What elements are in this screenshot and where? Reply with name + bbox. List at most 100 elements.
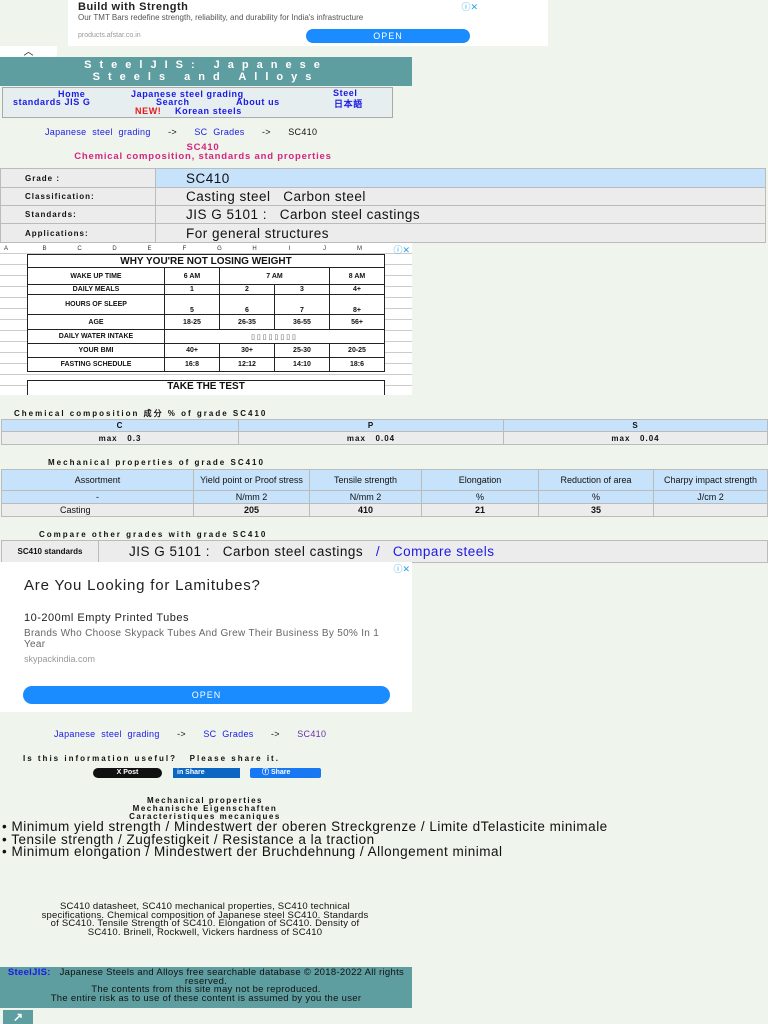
ad-info-close-icon[interactable]: ⓘ✕ — [461, 0, 478, 13]
sheet-cell: 7 AM — [219, 267, 330, 285]
mech-header: Charpy impact strength — [653, 469, 768, 491]
breadcrumb-sep: -> — [168, 127, 177, 137]
breadcrumb-grades[interactable]: SC Grades — [203, 729, 253, 739]
sheet-title: WHY YOU'RE NOT LOSING WEIGHT — [27, 254, 385, 268]
col-label: I — [288, 246, 291, 252]
breadcrumb-sep: -> — [270, 729, 280, 739]
breadcrumb-grading[interactable]: Japanese steel grading — [54, 729, 160, 739]
table-row: Grade : SC410 — [0, 168, 766, 188]
ad-open-button[interactable]: OPEN — [306, 29, 470, 43]
info-label: Standards: — [0, 205, 156, 224]
breadcrumb-current[interactable]: SC410 — [297, 729, 326, 739]
sheet-cell: 8+ — [329, 294, 385, 315]
mech-header: Tensile strength — [309, 469, 422, 491]
mech-unit: N/mm 2 — [309, 490, 422, 504]
col-label: F — [182, 246, 187, 252]
col-label: A — [4, 246, 9, 252]
sheet-cell: 26-35 — [219, 314, 275, 330]
ad-body: Brands Who Choose Skypack Tubes And Grew… — [24, 628, 380, 650]
nav-japanese[interactable]: 日本語 — [334, 97, 363, 110]
nav-korean[interactable]: Korean steels — [175, 106, 242, 116]
info-value: Casting steel Carbon steel — [155, 187, 766, 206]
props-list: • Minimum yield strength / Mindestwert d… — [2, 820, 642, 859]
chem-value: max 0.04 — [503, 431, 768, 445]
weight-table: WHY YOU'RE NOT LOSING WEIGHT WAKE UP TIM… — [27, 254, 385, 372]
sheet-cell: 25-30 — [274, 343, 330, 358]
subtitle: Chemical composition, standards and prop… — [74, 151, 332, 162]
breadcrumb-grading[interactable]: Japanese steel grading — [45, 127, 151, 137]
water-cups: ▯▯▯▯▯▯▯▯ — [164, 329, 385, 344]
ad-subtitle: 10-200ml Empty Printed Tubes — [24, 612, 190, 624]
sheet-cell: DAILY WATER INTAKE — [27, 329, 165, 344]
info-label: Classification: — [0, 187, 156, 206]
sheet-cell: WAKE UP TIME — [27, 267, 165, 285]
breadcrumb-bottom: Japanese steel grading -> SC Grades -> S… — [54, 729, 326, 739]
facebook-share-button[interactable]: ⓕ Share — [250, 768, 321, 778]
linkedin-share-button[interactable]: in Share — [173, 768, 240, 778]
ad-title: Build with Strength — [78, 1, 189, 13]
sheet-cell: 8 AM — [329, 267, 385, 285]
sheet-cell: 16:8 — [164, 357, 220, 372]
props-item: • Minimum elongation / Mindestwert der B… — [2, 844, 503, 859]
expand-arrow-icon[interactable]: ↗ — [3, 1010, 33, 1024]
mech-unit: % — [538, 490, 654, 504]
compare-standard: JIS G 5101 : Carbon steel castings — [129, 544, 364, 559]
x-post-button[interactable]: X Post — [93, 768, 162, 778]
footer-line: The entire risk as to use of these conte… — [50, 992, 362, 1004]
compare-slash: / — [375, 544, 381, 559]
sheet-cell: 6 AM — [164, 267, 220, 285]
nav-about[interactable]: About us — [236, 97, 280, 107]
mech-header: Yield point or Proof stress — [193, 469, 310, 491]
sheet-cell: 3 — [274, 284, 330, 295]
sheet-cell: 4+ — [329, 284, 385, 295]
sheet-cell: FASTING SCHEDULE — [27, 357, 165, 372]
sheet-cell: YOUR BMI — [27, 343, 165, 358]
sheet-cell: 36-55 — [274, 314, 330, 330]
ad-open-button[interactable]: OPEN — [23, 686, 390, 704]
breadcrumb-grades[interactable]: SC Grades — [194, 127, 244, 137]
top-ad[interactable]: Build with Strength ⓘ✕ Our TMT Bars rede… — [68, 0, 548, 46]
info-label: Grade : — [0, 168, 156, 188]
breadcrumb-current: SC410 — [288, 127, 318, 137]
col-label: E — [147, 246, 152, 252]
sheet-cell: 7 — [274, 294, 330, 315]
compare-cell: JIS G 5101 : Carbon steel castings / Com… — [98, 540, 768, 563]
table-row: Standards: JIS G 5101 : Carbon steel cast… — [0, 205, 766, 224]
chem-table: CPS max 0.3 max 0.04 max 0.04 — [1, 419, 768, 445]
table-row: Applications: For general structures — [0, 223, 766, 243]
mech-header: Elongation — [421, 469, 539, 491]
mech-value: 205 — [193, 503, 310, 517]
col-label: D — [112, 246, 117, 252]
mech-title: Mechanical properties of grade SC410 — [48, 458, 265, 467]
share-question: Is this information useful? Please share… — [23, 754, 280, 763]
spreadsheet-ad[interactable]: ⓘ✕ A B C D E F G H I J M WHY YOU'RE NOT LOSING WEI… — [0, 243, 412, 395]
col-label: H — [252, 246, 257, 252]
site-header: SteelJIS: Japanese Steels and Alloys — [0, 57, 412, 86]
facebook-icon: ⓕ — [262, 769, 271, 776]
footer-brand[interactable]: SteelJIS: — [8, 967, 51, 978]
take-test-button[interactable]: TAKE THE TEST — [27, 380, 385, 395]
mech-header: Reduction of area — [538, 469, 654, 491]
ad-info-close-icon[interactable]: ⓘ✕ — [393, 243, 410, 256]
page-title: SC410 Chemical composition, standards an… — [0, 143, 406, 162]
sheet-cell: 20-25 — [329, 343, 385, 358]
info-value: SC410 — [155, 168, 766, 188]
sheet-cell: DAILY MEALS — [27, 284, 165, 295]
column-headers: ABCDEFGHIJM — [0, 246, 390, 252]
breadcrumb-sep: -> — [261, 127, 271, 137]
props-headings: Mechanical properties Mechanische Eigens… — [0, 797, 410, 821]
chem-header: C — [1, 419, 239, 432]
compare-table: SC410 standards JIS G 5101 : Carbon stee… — [1, 540, 768, 563]
mech-unit: J/cm 2 — [653, 490, 768, 504]
mech-value: 35 — [538, 503, 654, 517]
lamitubes-ad[interactable]: ⓘ✕ Are You Looking for Lamitubes? 10-200… — [0, 562, 412, 712]
ad-info-close-icon[interactable]: ⓘ✕ — [393, 562, 410, 575]
sheet-cell: AGE — [27, 314, 165, 330]
col-label: C — [77, 246, 82, 252]
ad-body: Our TMT Bars redefine strength, reliabil… — [78, 13, 364, 22]
mech-table: Assortment Yield point or Proof stress Ten… — [1, 469, 768, 517]
col-label: J — [323, 246, 326, 252]
chem-header: P — [238, 419, 504, 432]
compare-steels-link[interactable]: Compare steels — [393, 544, 495, 559]
sheet-cell: 6 — [219, 294, 275, 315]
